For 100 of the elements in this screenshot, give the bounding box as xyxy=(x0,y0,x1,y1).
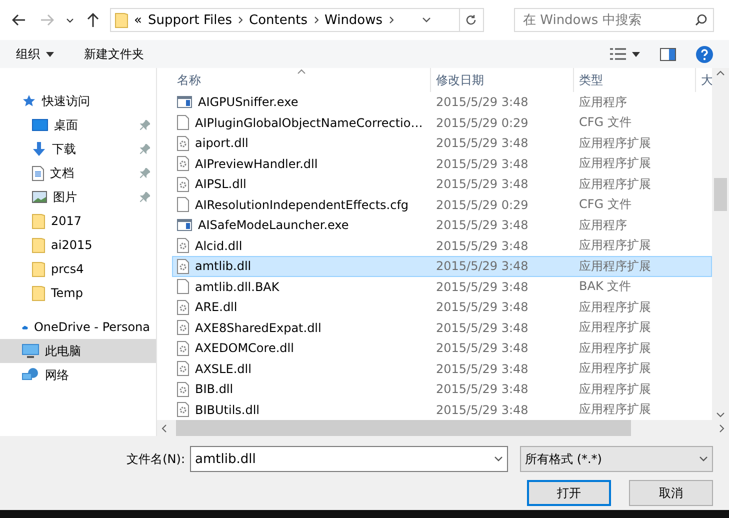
refresh-icon xyxy=(465,14,478,26)
horizontal-scrollbar[interactable] xyxy=(157,420,729,436)
file-row[interactable]: AISafeModeLauncher.exe 2015/5/29 3:48 应用程序 xyxy=(172,215,712,236)
column-header[interactable]: 名称 xyxy=(172,68,430,92)
file-row[interactable]: ARE.dll 2015/5/29 3:48 应用程序扩展 xyxy=(172,297,712,318)
open-button[interactable]: 打开 xyxy=(527,480,611,506)
scroll-down-icon[interactable] xyxy=(716,412,725,418)
file-row[interactable]: AIPluginGlobalObjectNameCorrectio… 2015/5/29 0:29 CFG 文件 xyxy=(172,112,712,133)
date-cell-text: 2015/5/29 3:48 xyxy=(435,300,530,314)
sidebar-item[interactable]: Temp xyxy=(0,281,156,305)
file-row[interactable]: AIResolutionIndependentEffects.cfg 2015/5/29 0:29 CFG 文件 xyxy=(172,194,712,215)
gear-file-icon xyxy=(177,258,189,274)
folder-icon xyxy=(32,261,45,277)
scrollbar-thumb[interactable] xyxy=(176,420,630,436)
cancel-button[interactable]: 取消 xyxy=(629,480,713,506)
chevron-right-icon xyxy=(314,16,319,24)
sidebar-item[interactable]: 此电脑 xyxy=(0,339,156,363)
file-row[interactable]: amtlib.dll 2015/5/29 3:48 应用程序扩展 xyxy=(172,256,712,276)
filename-field[interactable]: amtlib.dll xyxy=(190,446,508,472)
date-cell-text: 2015/5/29 3:48 xyxy=(435,218,530,232)
file-row[interactable]: Alcid.dll 2015/5/29 3:48 应用程序扩展 xyxy=(172,236,712,256)
monitor-icon xyxy=(32,119,48,131)
up-arrow-icon xyxy=(87,13,99,27)
sidebar-item[interactable]: prcs4 xyxy=(0,257,156,281)
gear-file-icon xyxy=(177,361,189,376)
file-row[interactable]: aiport.dll 2015/5/29 3:48 应用程序扩展 xyxy=(172,133,712,154)
address-bar[interactable]: « Support Files Contents Windows xyxy=(110,8,484,32)
sidebar-item[interactable]: 2017 xyxy=(0,209,156,233)
back-arrow-icon xyxy=(12,14,26,26)
file-name: AISafeModeLauncher.exe xyxy=(198,218,349,232)
date-cell-text: 2015/5/29 0:29 xyxy=(435,198,530,212)
preview-pane-button[interactable] xyxy=(660,48,676,60)
sidebar-item[interactable]: 桌面 xyxy=(0,113,156,137)
file-row[interactable]: AXSLE.dll 2015/5/29 3:48 应用程序扩展 xyxy=(172,358,712,379)
sidebar-item[interactable]: ai2015 xyxy=(0,233,156,257)
type-cell-text: CFG 文件 xyxy=(578,196,632,214)
caret-icon xyxy=(422,17,431,23)
vertical-scrollbar[interactable] xyxy=(712,68,729,420)
sidebar-item[interactable]: OneDrive - Persona xyxy=(0,315,156,339)
document-icon xyxy=(32,166,44,180)
file-row[interactable]: AXE8SharedExpat.dll 2015/5/29 3:48 应用程序扩展 xyxy=(172,318,712,338)
window-icon xyxy=(177,219,192,232)
help-button[interactable] xyxy=(696,46,713,62)
file-row[interactable]: AXEDOMCore.dll 2015/5/29 3:48 应用程序扩展 xyxy=(172,338,712,358)
date-cell-text: 2015/5/29 3:48 xyxy=(435,382,530,396)
file-name: amtlib.dll xyxy=(195,259,252,274)
file-name: BIB.dll xyxy=(195,382,234,396)
chevron-right-icon xyxy=(238,16,244,24)
file-name: AXE8SharedExpat.dll xyxy=(195,320,322,335)
file-row[interactable]: AIGPUSniffer.exe 2015/5/29 3:48 应用程序 xyxy=(172,92,712,112)
file-type-dropdown[interactable]: 所有格式 (*.*) xyxy=(520,446,713,472)
overflow-chevron[interactable]: « xyxy=(134,12,142,28)
column-header[interactable]: 类型 xyxy=(573,68,695,92)
scroll-up-icon[interactable] xyxy=(716,70,725,76)
scrollbar-thumb[interactable] xyxy=(714,178,727,211)
organize-button[interactable]: 组织 xyxy=(16,46,54,62)
file-row[interactable]: amtlib.dll.BAK 2015/5/29 3:48 BAK 文件 xyxy=(172,276,712,297)
type-cell-text: 应用程序扩展 xyxy=(578,401,652,418)
caret-icon xyxy=(699,456,708,462)
view-options-button[interactable] xyxy=(610,48,640,60)
sidebar-item[interactable]: 图片 xyxy=(0,185,156,209)
gear-file-icon xyxy=(177,402,189,418)
gear-file-icon xyxy=(177,136,189,151)
sidebar-item[interactable]: 网络 xyxy=(0,363,156,387)
caret-icon xyxy=(494,456,503,462)
breadcrumb[interactable]: Windows xyxy=(324,12,383,28)
date-cell-text: 2015/5/29 3:48 xyxy=(435,238,530,253)
column-header[interactable]: 修改日期 xyxy=(430,68,573,92)
type-cell-text: 应用程序扩展 xyxy=(578,155,652,172)
sidebar-item[interactable]: 快速访问 xyxy=(0,89,156,113)
breadcrumb[interactable]: Support Files xyxy=(148,12,232,28)
file-row[interactable]: BIBUtils.dll 2015/5/29 3:48 应用程序扩展 xyxy=(172,400,712,420)
search-field[interactable]: 在 Windows 中搜索 xyxy=(514,8,714,32)
date-cell-text: 2015/5/29 3:48 xyxy=(435,362,530,376)
date-cell-text: 2015/5/29 3:48 xyxy=(435,320,530,335)
scroll-right-icon[interactable] xyxy=(719,424,725,432)
scroll-left-icon[interactable] xyxy=(161,424,167,432)
caret-icon xyxy=(46,52,54,56)
type-cell-text: 应用程序 xyxy=(578,94,628,111)
file-row[interactable]: AIPreviewHandler.dll 2015/5/29 3:48 应用程序扩展 xyxy=(172,154,712,174)
chevron-right-icon xyxy=(388,16,394,24)
new-folder-button[interactable]: 新建文件夹 xyxy=(84,46,144,62)
type-cell-text: 应用程序扩展 xyxy=(578,176,652,193)
file-name: AIPreviewHandler.dll xyxy=(195,156,318,171)
file-name: aiport.dll xyxy=(195,136,248,150)
file-name: AIResolutionIndependentEffects.cfg xyxy=(195,198,409,212)
date-cell-text: 2015/5/29 0:29 xyxy=(435,116,530,130)
type-cell-text: 应用程序扩展 xyxy=(578,134,652,152)
file-row[interactable]: AIPSL.dll 2015/5/29 3:48 应用程序扩展 xyxy=(172,174,712,194)
type-cell-text: 应用程序扩展 xyxy=(578,319,652,336)
file-icon xyxy=(177,279,189,294)
gear-file-icon xyxy=(177,320,189,336)
picture-icon xyxy=(32,191,47,203)
file-name: Alcid.dll xyxy=(195,238,242,253)
breadcrumb[interactable]: Contents xyxy=(249,12,308,28)
date-cell-text: 2015/5/29 3:48 xyxy=(435,177,530,192)
sidebar-item[interactable]: 文档 xyxy=(0,161,156,185)
file-row[interactable]: BIB.dll 2015/5/29 3:48 应用程序扩展 xyxy=(172,379,712,400)
sidebar-item[interactable]: 下载 xyxy=(0,137,156,161)
date-cell-text: 2015/5/29 3:48 xyxy=(435,280,530,294)
